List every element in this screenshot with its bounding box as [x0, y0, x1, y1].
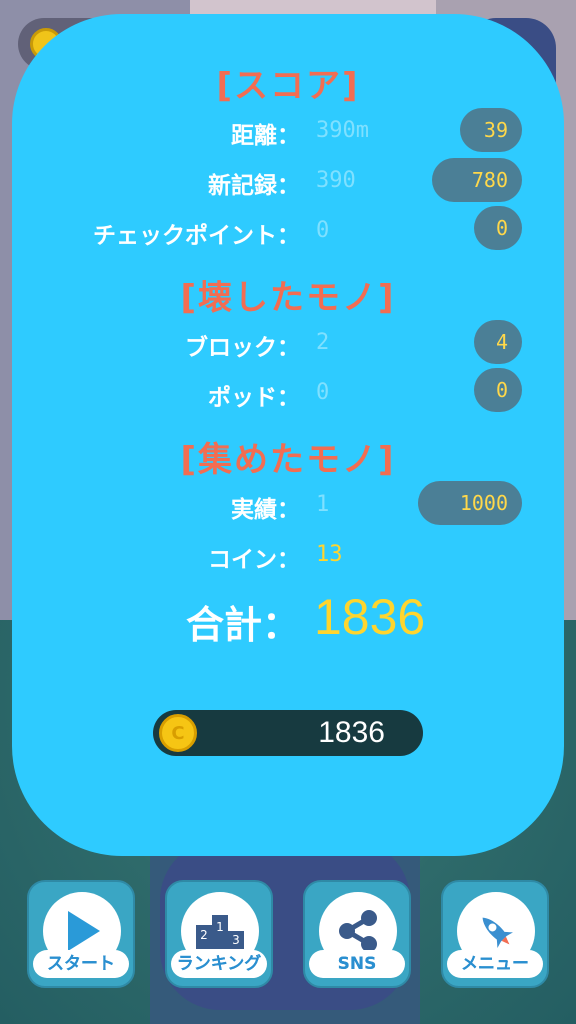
- score-section-title: [スコア]: [216, 66, 360, 106]
- new-record-value: 390: [316, 168, 356, 193]
- block-label: ブロック：: [185, 335, 300, 361]
- new-record-label: 新記録：: [208, 173, 300, 199]
- distance-points: 39: [460, 108, 522, 152]
- coin-balance-bar: C 1836: [153, 710, 423, 756]
- start-button[interactable]: スタート: [27, 880, 135, 988]
- coin-value: 13: [316, 542, 343, 567]
- svg-text:1: 1: [216, 920, 224, 934]
- block-points: 4: [474, 320, 522, 364]
- total-label: 合計：: [185, 603, 300, 647]
- distance-value: 390m: [316, 118, 369, 143]
- broken-section-title: [壊したモノ]: [180, 278, 396, 318]
- collected-section-title: [集めたモノ]: [180, 440, 396, 480]
- svg-text:3: 3: [232, 933, 240, 947]
- pod-value: 0: [316, 380, 330, 405]
- coin-balance-value: 1836: [318, 716, 385, 749]
- checkpoint-label: チェックポイント：: [93, 223, 300, 249]
- block-value: 2: [316, 330, 330, 355]
- total-value: 1836: [314, 589, 426, 645]
- menu-button[interactable]: メニュー: [441, 880, 549, 988]
- svg-text:2: 2: [200, 928, 208, 942]
- pod-label: ポッド：: [208, 385, 300, 411]
- achievement-label: 実績：: [231, 497, 300, 523]
- pod-points: 0: [474, 368, 522, 412]
- ranking-button-label: ランキング: [171, 950, 267, 978]
- achievement-value: 1: [316, 492, 330, 517]
- checkpoint-value: 0: [316, 218, 330, 243]
- menu-button-label: メニュー: [447, 950, 543, 978]
- sns-button-label: SNS: [309, 950, 405, 978]
- new-record-points: 780: [432, 158, 522, 202]
- achievement-points: 1000: [418, 481, 522, 525]
- start-button-label: スタート: [33, 950, 129, 978]
- ranking-button[interactable]: 1 2 3 ランキング: [165, 880, 273, 988]
- coin-icon: C: [159, 714, 197, 752]
- distance-label: 距離：: [231, 123, 300, 149]
- checkpoint-points: 0: [474, 206, 522, 250]
- coin-label: コイン：: [208, 547, 300, 573]
- sns-button[interactable]: SNS: [303, 880, 411, 988]
